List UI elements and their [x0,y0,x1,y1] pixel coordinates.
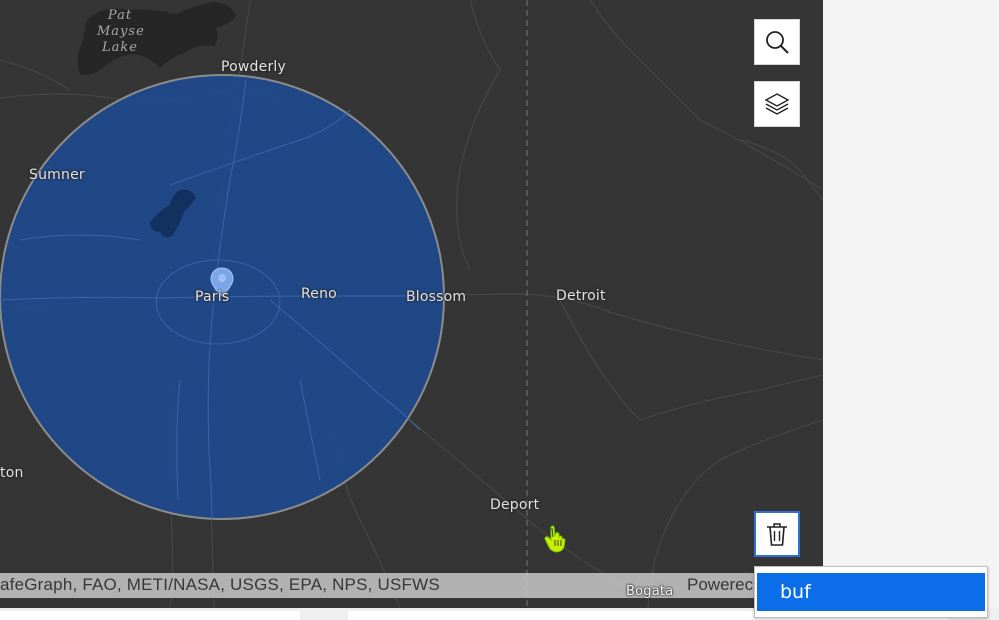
search-button[interactable] [754,19,800,65]
delete-button[interactable] [754,511,800,557]
app-window: Pat Mayse Lake Powderly Sumner Paris Ren… [0,0,999,620]
layers-icon [764,93,790,115]
city-label-powderly: Powderly [221,59,286,75]
layers-button[interactable] [754,81,800,127]
city-label-paris: Paris [195,289,230,305]
search-icon [766,31,789,54]
suggestion-dropdown: buf [754,566,988,618]
city-label-detroit: Detroit [556,288,606,304]
powered-by-link[interactable]: Powerec [687,575,753,595]
bottom-panel-left [0,611,300,620]
suggestion-item[interactable]: buf [757,573,985,611]
city-label-blossom: Blossom [406,289,467,305]
map-view[interactable]: Pat Mayse Lake Powderly Sumner Paris Ren… [0,0,823,608]
hand-cursor-icon [544,525,566,553]
lake-label: Pat Mayse Lake [97,8,145,55]
map-attribution-bar: afeGraph, FAO, METI/NASA, USGS, EPA, NPS… [0,573,823,598]
city-label-reno: Reno [301,286,337,302]
city-label-ton: ton [0,465,24,481]
city-label-bogata: Bogata [626,584,674,599]
attribution-text: afeGraph, FAO, METI/NASA, USGS, EPA, NPS… [0,575,440,594]
trash-icon [767,523,787,546]
city-label-sumner: Sumner [29,167,85,183]
city-label-deport: Deport [490,497,540,513]
